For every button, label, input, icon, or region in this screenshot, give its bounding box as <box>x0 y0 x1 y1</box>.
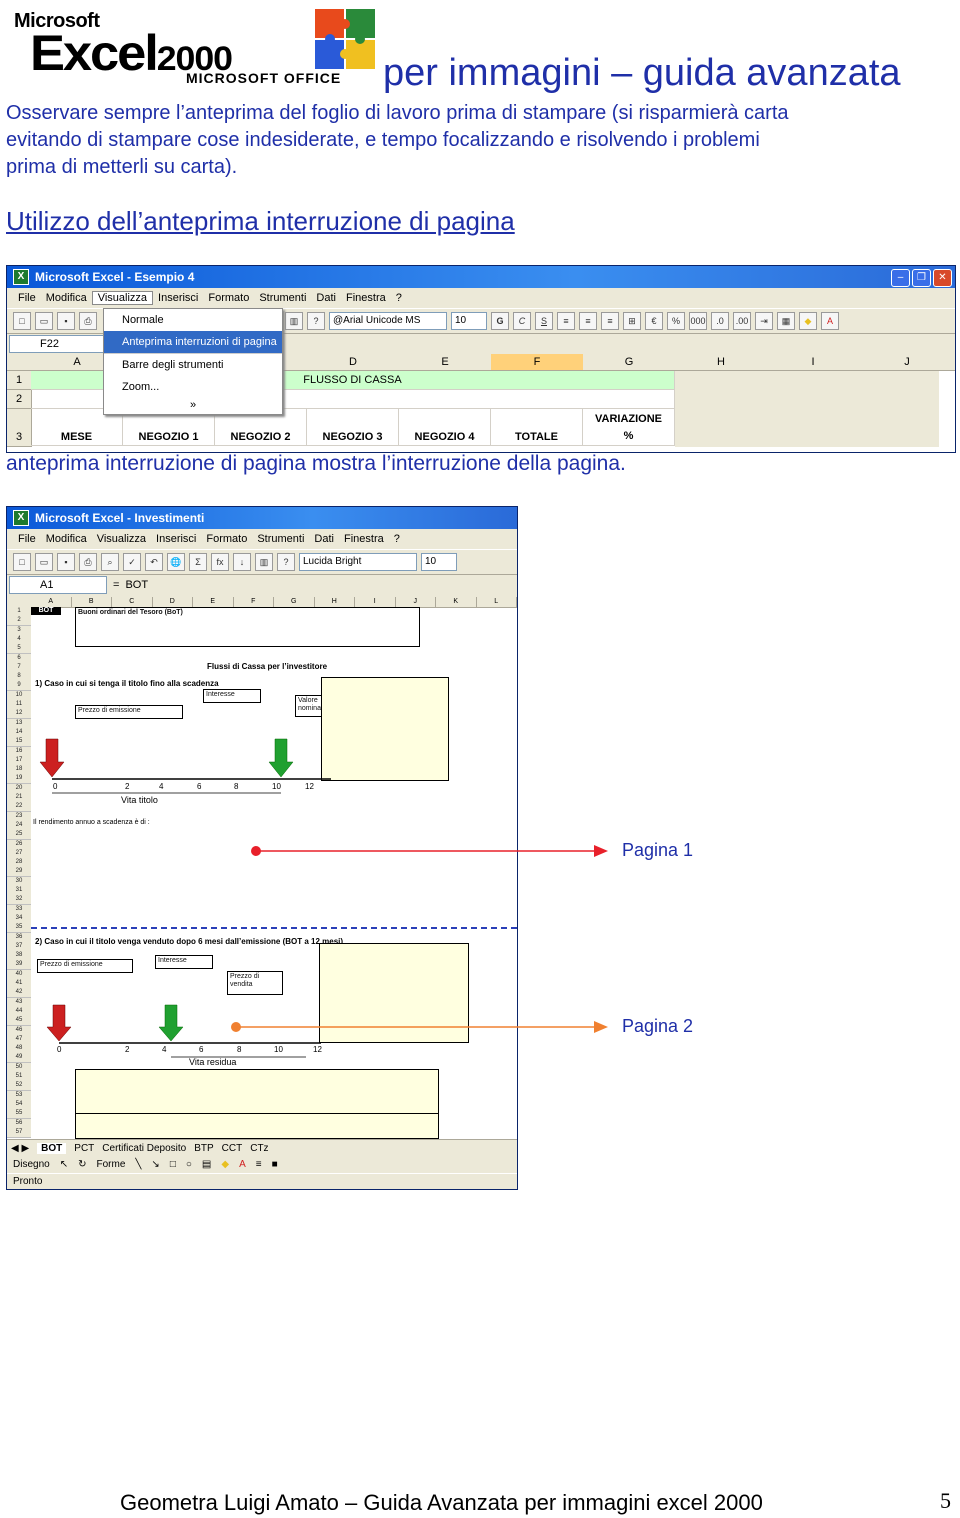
pagina2-arrow-dot <box>231 1022 241 1032</box>
pagina1-label: Pagina 1 <box>622 840 694 860</box>
pagina1-arrow-dot <box>251 846 261 856</box>
pagina2-arrow-head <box>594 1021 608 1033</box>
pagina1-arrow-head <box>594 845 608 857</box>
page-number: 5 <box>940 1488 951 1513</box>
pagina2-label: Pagina 2 <box>622 1016 694 1036</box>
footer-text: Geometra Luigi Amato – Guida Avanzata pe… <box>120 1490 763 1515</box>
annotation-layer <box>231 845 608 1033</box>
